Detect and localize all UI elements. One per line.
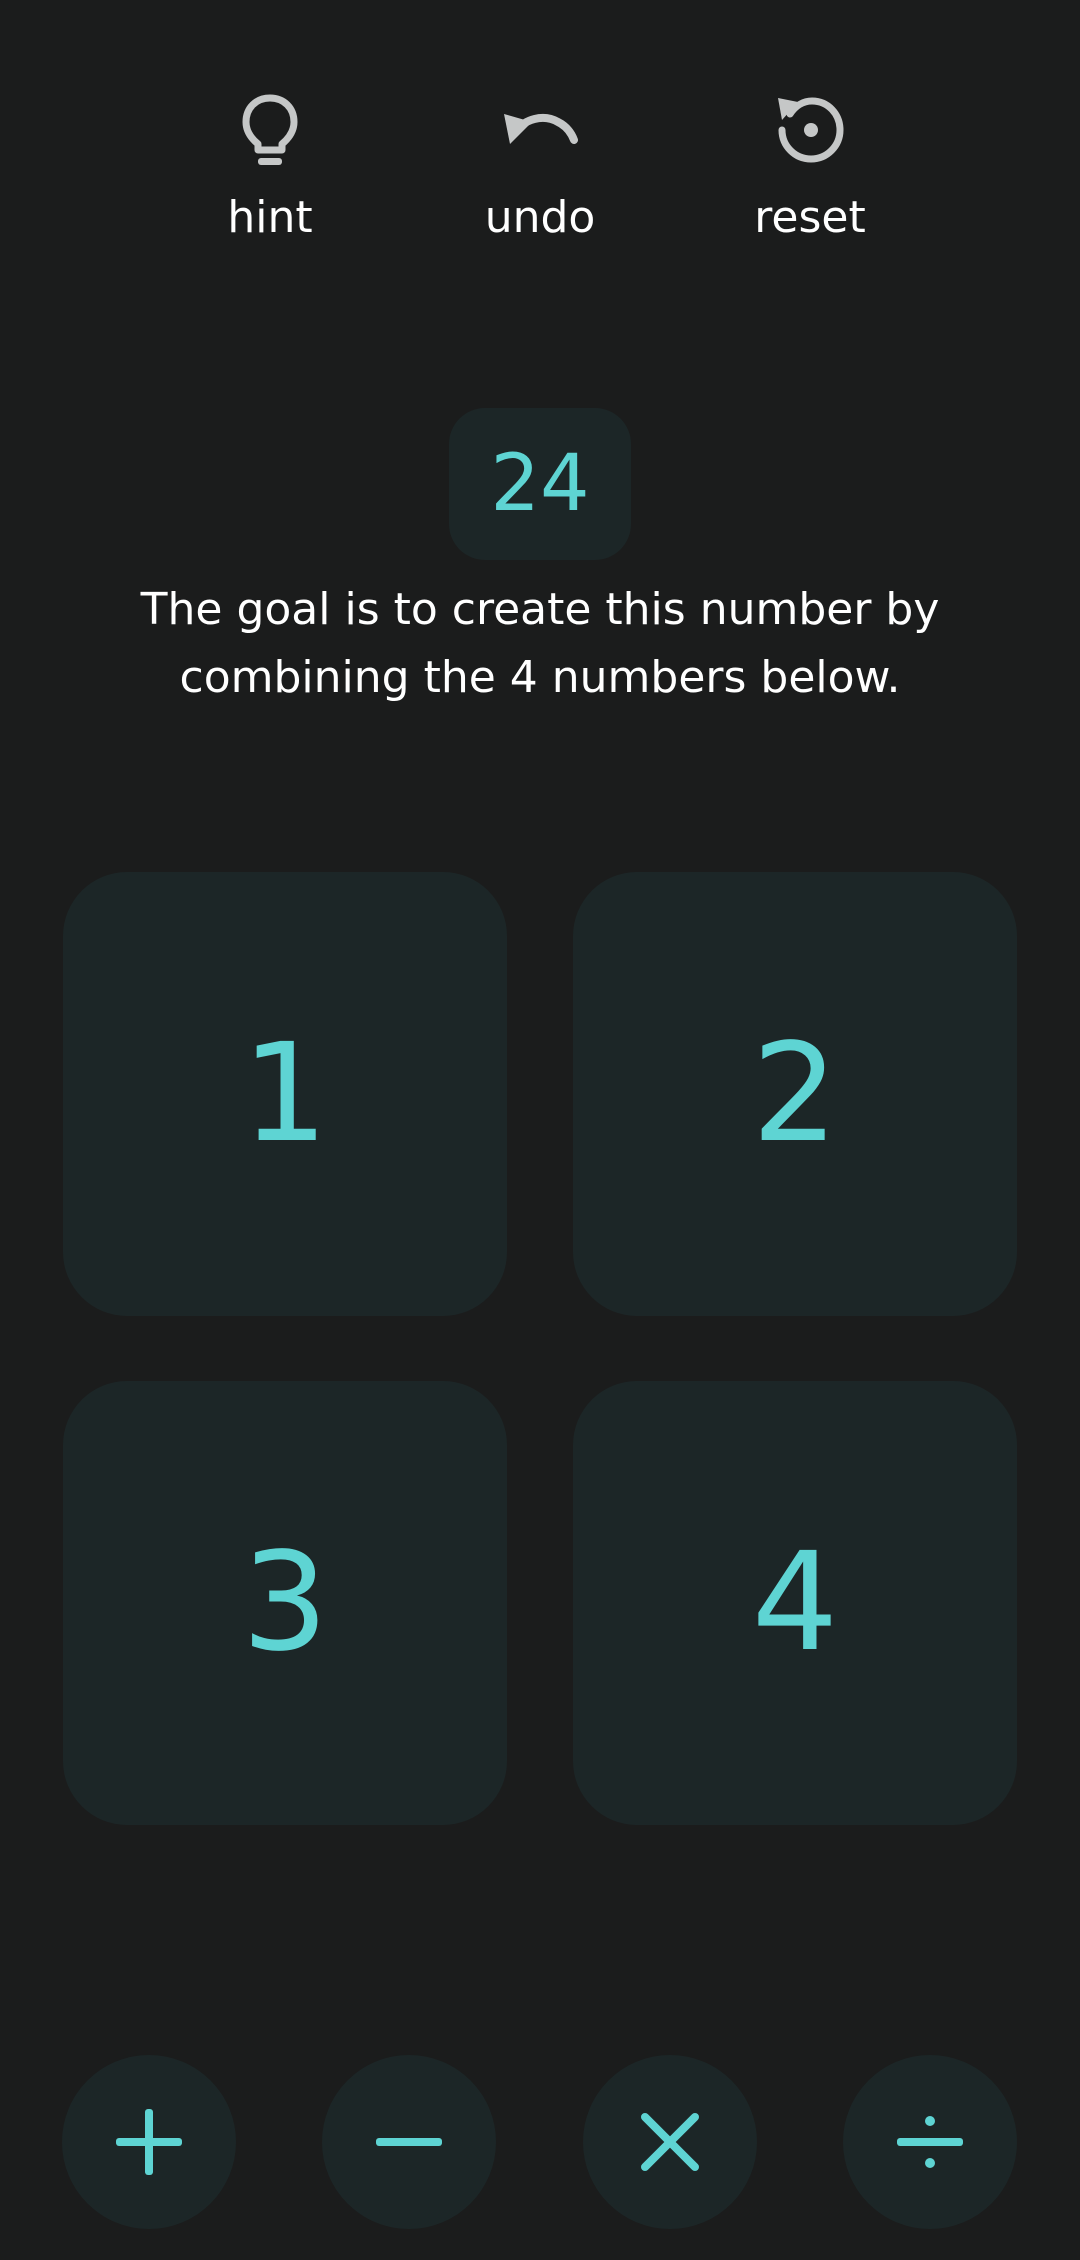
undo-label: undo bbox=[484, 192, 596, 243]
reset-button[interactable]: reset bbox=[710, 90, 910, 270]
divide-button[interactable] bbox=[843, 2055, 1017, 2229]
undo-icon bbox=[500, 90, 580, 170]
reset-label: reset bbox=[754, 192, 866, 243]
plus-icon bbox=[116, 2109, 182, 2175]
hint-button[interactable]: hint bbox=[170, 90, 370, 270]
game-screen: hint undo reset 24 The goal is to create… bbox=[0, 0, 1080, 2260]
undo-button[interactable]: undo bbox=[440, 90, 640, 270]
multiply-button[interactable] bbox=[583, 2055, 757, 2229]
target-number: 24 bbox=[449, 408, 631, 560]
add-button[interactable] bbox=[62, 2055, 236, 2229]
minus-icon bbox=[376, 2138, 442, 2146]
lightbulb-icon bbox=[230, 90, 310, 170]
subtract-button[interactable] bbox=[322, 2055, 496, 2229]
reset-icon bbox=[770, 90, 850, 170]
times-icon bbox=[641, 2113, 699, 2171]
toolbar: hint undo reset bbox=[0, 90, 1080, 270]
hint-label: hint bbox=[227, 192, 313, 243]
divide-icon bbox=[897, 2116, 963, 2168]
number-tile[interactable]: 2 bbox=[573, 872, 1017, 1316]
number-tile[interactable]: 3 bbox=[63, 1381, 507, 1825]
goal-description: The goal is to create this number by com… bbox=[140, 584, 940, 703]
number-tile[interactable]: 1 bbox=[63, 872, 507, 1316]
number-tile[interactable]: 4 bbox=[573, 1381, 1017, 1825]
